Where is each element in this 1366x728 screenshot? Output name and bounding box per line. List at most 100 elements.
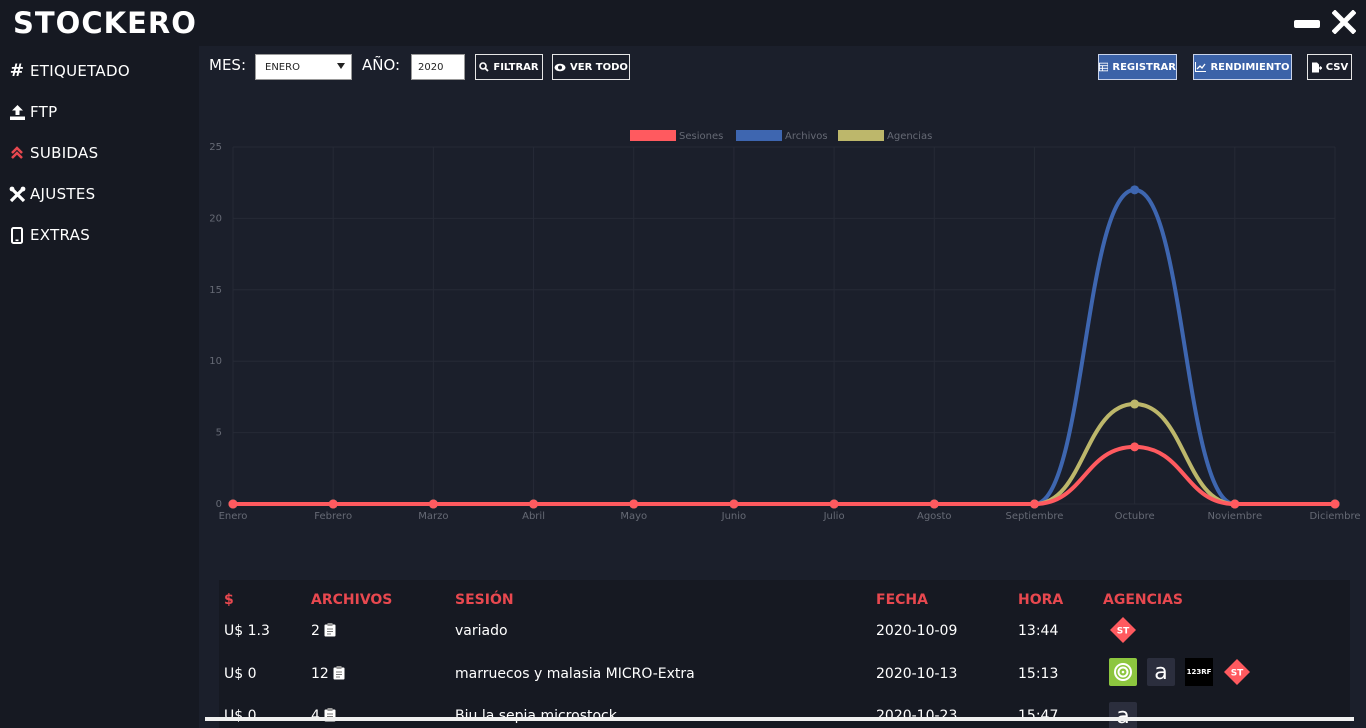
header-sesion: SESIÓN <box>455 592 514 608</box>
x-tick-label: Enero <box>219 511 248 522</box>
adobe-stock-icon: a <box>1147 658 1175 686</box>
sidebar: # ETIQUETADO FTP SUBIDAS AJUSTES EXTRAS <box>0 46 199 728</box>
rendimiento-button[interactable]: RENDIMIENTO <box>1193 54 1292 80</box>
app-title: STOCKERO <box>13 6 197 40</box>
horizontal-scrollbar[interactable] <box>205 717 1354 721</box>
legend-swatch-agencias <box>838 130 884 141</box>
main-panel: MES: ENERO AÑO: 2020 FILTRAR VER TODO RE… <box>199 46 1366 728</box>
sessions-table: $ ARCHIVOS SESIÓN FECHA HORA AGENCIAS U$… <box>219 580 1350 728</box>
data-point-sesiones <box>328 499 338 509</box>
header-fecha: FECHA <box>876 592 928 608</box>
header-hora: HORA <box>1018 592 1064 608</box>
data-point-sesiones <box>228 499 238 509</box>
csv-label: CSV <box>1325 61 1349 73</box>
data-point-archivos <box>1130 185 1140 195</box>
registrar-button[interactable]: REGISTRAR <box>1098 54 1177 80</box>
row-time: 15:13 <box>1018 666 1059 682</box>
row-time: 15:47 <box>1018 708 1059 724</box>
sidebar-item-ftp[interactable]: FTP <box>8 97 57 127</box>
row-date: 2020-10-23 <box>876 708 958 724</box>
x-tick-label: Junio <box>721 511 747 522</box>
search-icon <box>479 62 490 72</box>
row-files: 12 <box>311 666 345 682</box>
header-agencias: AGENCIAS <box>1103 592 1184 608</box>
row-session: marruecos y malasia MICRO-Extra <box>455 666 695 682</box>
sidebar-item-etiquetado[interactable]: # ETIQUETADO <box>8 56 130 86</box>
row-time: 13:44 <box>1018 623 1059 639</box>
sidebar-item-ajustes[interactable]: AJUSTES <box>8 179 95 209</box>
data-point-sesiones <box>729 499 739 509</box>
series-line-sesiones <box>233 444 1335 506</box>
header-amount: $ <box>224 592 234 608</box>
month-select-value: ENERO <box>265 62 300 73</box>
data-point-sesiones <box>629 499 639 509</box>
y-tick-label: 5 <box>216 428 222 439</box>
mobile-icon <box>8 226 26 244</box>
data-point-sesiones <box>929 499 939 509</box>
row-amount: U$ 0 <box>224 666 257 682</box>
series-line-agencias <box>233 402 1335 506</box>
row-date: 2020-10-13 <box>876 666 958 682</box>
month-select[interactable]: ENERO <box>255 54 352 80</box>
x-tick-label: Octubre <box>1115 511 1155 522</box>
legend-label-agencias: Agencias <box>887 131 932 142</box>
row-session: variado <box>455 623 508 639</box>
y-tick-label: 10 <box>209 356 222 367</box>
filtrar-label: FILTRAR <box>493 61 539 73</box>
shutterstock-icon: ST <box>1223 658 1251 686</box>
svg-text:ST: ST <box>1117 627 1130 637</box>
year-input[interactable]: 2020 <box>411 54 465 80</box>
performance-chart: 0 5 10 15 20 25 Enero Febrero Marzo Abril Mayo Juni… <box>199 122 1366 592</box>
data-point-sesiones <box>529 499 539 509</box>
registrar-label: REGISTRAR <box>1112 61 1176 73</box>
series-line-archivos <box>233 187 1335 506</box>
data-point-sesiones <box>829 499 839 509</box>
data-point-sesiones <box>1029 499 1039 509</box>
hash-icon: # <box>9 61 25 81</box>
ver-todo-button[interactable]: VER TODO <box>552 54 630 80</box>
eye-icon <box>554 63 566 71</box>
x-tick-label: Septiembre <box>1006 511 1064 522</box>
x-tick-label: Julio <box>823 511 845 522</box>
anio-label: AÑO: <box>362 56 401 74</box>
sidebar-item-label: AJUSTES <box>30 185 96 203</box>
row-date: 2020-10-09 <box>876 623 958 639</box>
sidebar-item-label: EXTRAS <box>30 226 91 244</box>
x-tick-label: Diciembre <box>1309 511 1360 522</box>
shutterstock-icon: ST <box>1109 616 1137 644</box>
sidebar-item-label: SUBIDAS <box>30 144 99 162</box>
filtrar-button[interactable]: FILTRAR <box>475 54 543 80</box>
close-icon[interactable] <box>1332 10 1356 34</box>
upload-icon <box>8 103 26 121</box>
y-tick-label: 15 <box>209 285 222 296</box>
x-tick-label: Mayo <box>620 511 647 522</box>
svg-text:ST: ST <box>1231 669 1244 679</box>
csv-button[interactable]: CSV <box>1307 54 1352 80</box>
data-point-sesiones <box>1230 499 1240 509</box>
y-tick-label: 0 <box>216 499 222 510</box>
y-tick-label: 20 <box>209 213 222 224</box>
sidebar-item-subidas[interactable]: SUBIDAS <box>8 138 98 168</box>
data-point-sesiones <box>428 499 438 509</box>
data-point-sesiones <box>1130 442 1140 452</box>
data-point-sesiones <box>1330 499 1340 509</box>
table-icon <box>1099 62 1109 72</box>
sidebar-item-label: ETIQUETADO <box>30 62 130 80</box>
dropdown-arrow-icon <box>337 63 345 69</box>
minimize-button[interactable] <box>1294 20 1320 28</box>
adobe-stock-icon: a <box>1109 702 1137 728</box>
sidebar-item-extras[interactable]: EXTRAS <box>8 220 90 250</box>
tools-icon <box>8 185 26 203</box>
double-chevron-up-icon <box>8 144 26 162</box>
row-session: Biu la sepia microstock <box>455 708 617 724</box>
mes-label: MES: <box>209 56 246 74</box>
y-tick-label: 25 <box>209 142 222 153</box>
row-files: 2 <box>311 623 336 639</box>
x-tick-label: Abril <box>522 511 545 522</box>
header-archivos: ARCHIVOS <box>311 592 393 608</box>
ver-todo-label: VER TODO <box>570 61 628 73</box>
x-tick-label: Agosto <box>917 511 952 522</box>
title-bar: STOCKERO <box>0 0 1366 46</box>
x-tick-label: Noviembre <box>1208 511 1263 522</box>
123rf-icon: 123RF <box>1185 658 1213 686</box>
